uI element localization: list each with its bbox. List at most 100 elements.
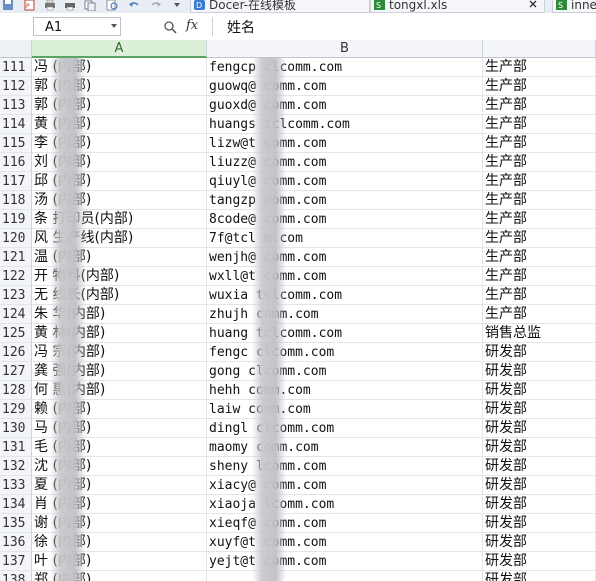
cell-email[interactable]: wenjh@ comm.com: [207, 248, 483, 267]
cell-department[interactable]: 生产部: [483, 153, 596, 172]
formula-input[interactable]: 姓名: [227, 17, 255, 37]
cell-department[interactable]: 生产部: [483, 172, 596, 191]
cell-department[interactable]: 生产部: [483, 191, 596, 210]
column-header-c[interactable]: [483, 40, 596, 58]
cell-department[interactable]: 研发部: [483, 438, 596, 457]
tab-docer[interactable]: D Docer-在线模板: [190, 0, 370, 13]
cell-department[interactable]: 生产部: [483, 286, 596, 305]
cell-email[interactable]: xiaoja lcomm.com: [207, 495, 483, 514]
cell-email[interactable]: liuzz@ comm.com: [207, 153, 483, 172]
row-header[interactable]: 124: [0, 305, 32, 324]
redo-icon[interactable]: [150, 0, 163, 11]
cell-department[interactable]: 生产部: [483, 248, 596, 267]
row-header[interactable]: 125: [0, 324, 32, 343]
cell-email[interactable]: huangs tclcomm.com: [207, 115, 483, 134]
cell-email[interactable]: laiw comm.com: [207, 400, 483, 419]
undo-icon[interactable]: [128, 0, 141, 11]
cell-department[interactable]: 生产部: [483, 115, 596, 134]
select-all-corner[interactable]: [0, 40, 32, 58]
cell-email[interactable]: [207, 571, 483, 581]
row-header[interactable]: 134: [0, 495, 32, 514]
tab-tongxl-xls[interactable]: S tongxl.xls: [370, 0, 545, 13]
cell-department[interactable]: 研发部: [483, 362, 596, 381]
cell-department[interactable]: 研发部: [483, 495, 596, 514]
cell-email[interactable]: hehh comm.com: [207, 381, 483, 400]
toolbar-more-dropdown-icon[interactable]: [172, 0, 185, 11]
cell-email[interactable]: lizw@t comm.com: [207, 134, 483, 153]
row-header[interactable]: 135: [0, 514, 32, 533]
column-header-b[interactable]: B: [207, 40, 483, 58]
cell-email[interactable]: guowq@ comm.com: [207, 77, 483, 96]
print-preview-icon[interactable]: [64, 0, 77, 11]
cell-department[interactable]: 销售总监: [483, 324, 596, 343]
cell-department[interactable]: 研发部: [483, 571, 596, 581]
row-header[interactable]: 128: [0, 381, 32, 400]
row-header[interactable]: 133: [0, 476, 32, 495]
cell-department[interactable]: 研发部: [483, 381, 596, 400]
cell-email[interactable]: 7f@tcl m.com: [207, 229, 483, 248]
row-header[interactable]: 138: [0, 571, 32, 581]
cell-email[interactable]: wuxia tclcomm.com: [207, 286, 483, 305]
cell-email[interactable]: tangzp comm.com: [207, 191, 483, 210]
cell-email[interactable]: xuyf@t comm.com: [207, 533, 483, 552]
cell-department[interactable]: 生产部: [483, 210, 596, 229]
cell-department[interactable]: 研发部: [483, 533, 596, 552]
cell-department[interactable]: 生产部: [483, 96, 596, 115]
row-header[interactable]: 112: [0, 77, 32, 96]
row-header[interactable]: 131: [0, 438, 32, 457]
close-tab-icon[interactable]: [528, 0, 538, 11]
row-header[interactable]: 117: [0, 172, 32, 191]
cell-department[interactable]: 生产部: [483, 305, 596, 324]
cell-email[interactable]: yejt@t comm.com: [207, 552, 483, 571]
cell-email[interactable]: sheny lcomm.com: [207, 457, 483, 476]
row-header[interactable]: 113: [0, 96, 32, 115]
fx-icon[interactable]: fx: [186, 18, 198, 33]
cell-department[interactable]: 研发部: [483, 457, 596, 476]
cell-email[interactable]: zhujh comm.com: [207, 305, 483, 324]
export-pdf-icon[interactable]: P: [24, 0, 37, 11]
cell-department[interactable]: 生产部: [483, 267, 596, 286]
cell-department[interactable]: 生产部: [483, 134, 596, 153]
row-header[interactable]: 114: [0, 115, 32, 134]
row-header[interactable]: 115: [0, 134, 32, 153]
row-header[interactable]: 136: [0, 533, 32, 552]
chevron-down-icon[interactable]: [111, 24, 117, 28]
row-header[interactable]: 119: [0, 210, 32, 229]
cell-email[interactable]: xiacy@ comm.com: [207, 476, 483, 495]
cell-email[interactable]: xieqf@ comm.com: [207, 514, 483, 533]
row-header[interactable]: 123: [0, 286, 32, 305]
cell-email[interactable]: qiuyl@ comm.com: [207, 172, 483, 191]
tab-inne[interactable]: S inne: [552, 0, 596, 13]
cell-department[interactable]: 研发部: [483, 343, 596, 362]
cell-email[interactable]: maomy comm.com: [207, 438, 483, 457]
row-header[interactable]: 118: [0, 191, 32, 210]
row-header[interactable]: 127: [0, 362, 32, 381]
cell-department[interactable]: 生产部: [483, 77, 596, 96]
row-header[interactable]: 137: [0, 552, 32, 571]
copy-icon[interactable]: [84, 0, 97, 11]
cell-email[interactable]: wxll@t comm.com: [207, 267, 483, 286]
cell-email[interactable]: 8code@ comm.com: [207, 210, 483, 229]
cell-email[interactable]: fengc clcomm.com: [207, 343, 483, 362]
column-header-a[interactable]: A: [32, 40, 207, 58]
print-icon[interactable]: [44, 0, 57, 11]
cell-email[interactable]: gong clcomm.com: [207, 362, 483, 381]
zoom-search-icon[interactable]: [163, 19, 177, 34]
cell-department[interactable]: 研发部: [483, 552, 596, 571]
save-icon[interactable]: [2, 0, 15, 11]
cell-email[interactable]: dingl clcomm.com: [207, 419, 483, 438]
name-box[interactable]: A1: [33, 17, 121, 36]
row-header[interactable]: 111: [0, 58, 32, 77]
cell-department[interactable]: 生产部: [483, 229, 596, 248]
row-header[interactable]: 126: [0, 343, 32, 362]
cell-department[interactable]: 研发部: [483, 400, 596, 419]
cell-department[interactable]: 生产部: [483, 58, 596, 77]
row-header[interactable]: 132: [0, 457, 32, 476]
row-header[interactable]: 120: [0, 229, 32, 248]
cell-department[interactable]: 研发部: [483, 476, 596, 495]
cell-department[interactable]: 研发部: [483, 419, 596, 438]
cell-department[interactable]: 研发部: [483, 514, 596, 533]
cell-email[interactable]: guoxd@ comm.com: [207, 96, 483, 115]
row-header[interactable]: 129: [0, 400, 32, 419]
find-icon[interactable]: [106, 0, 119, 11]
